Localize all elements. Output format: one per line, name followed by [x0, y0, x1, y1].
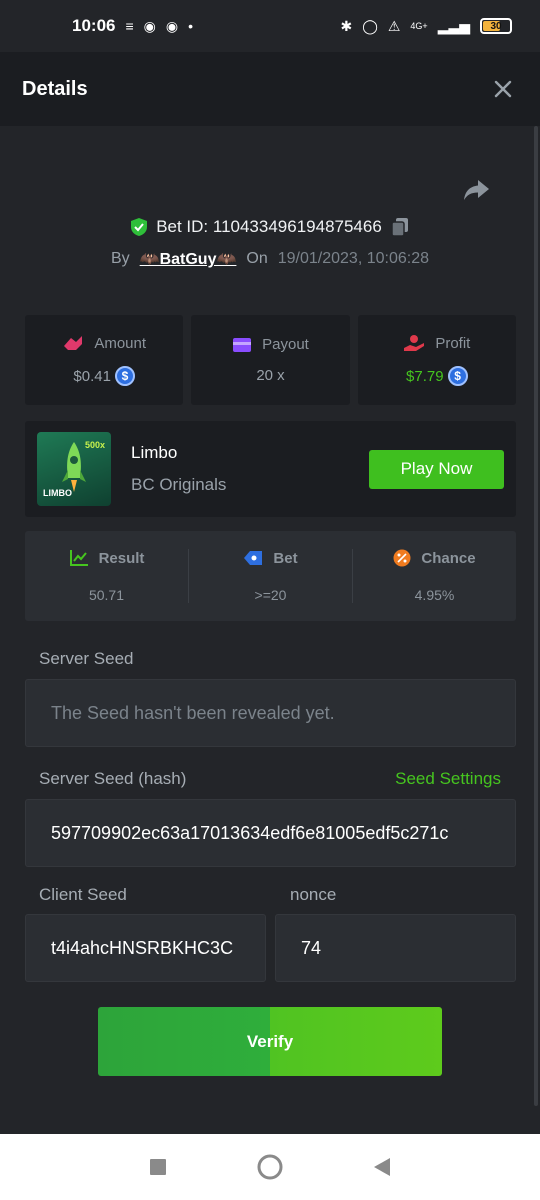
chrome-icon-2: ◉: [165, 17, 179, 34]
bet-id-row: Bet ID: 110433496194875466: [0, 214, 540, 240]
coin-icon: $: [447, 366, 468, 386]
mute-icon: ⚠: [387, 17, 401, 34]
game-thumbnail[interactable]: 500x LIMBO: [37, 432, 111, 506]
game-card: 500x LIMBO Limbo BC Originals Play Now: [25, 421, 516, 517]
game-name: Limbo: [131, 443, 178, 462]
chrome-icon: ◉: [143, 17, 156, 34]
bet-stats: Amount $0.41 $ Payout 20 x Profit $7.79 …: [25, 315, 516, 405]
result-value: 50.71: [88, 587, 125, 603]
wallet-icon: [233, 337, 252, 352]
by-label: By: [110, 250, 130, 267]
chance-column: Chance 4.95%: [353, 549, 516, 603]
network-label: 4G+: [410, 21, 428, 31]
thumb-multiplier: 500x: [84, 440, 105, 450]
dot-icon: •: [188, 18, 193, 34]
page-title: Details: [22, 77, 88, 100]
bet-value: >=20: [254, 587, 287, 603]
nonce-label: nonce: [290, 885, 337, 904]
bet-column: Bet >=20: [189, 549, 353, 603]
verify-button[interactable]: Verify: [98, 1007, 442, 1076]
bet-byline: By 🦇BatGuy🦇 On 19/01/2023, 10:06:28: [0, 248, 540, 270]
amount-value: $0.41: [73, 367, 111, 385]
close-button[interactable]: [488, 74, 518, 104]
close-icon: [494, 80, 512, 98]
amount-card: Amount $0.41 $: [25, 315, 184, 405]
circle-icon: [257, 1154, 283, 1180]
result-chart-icon: [69, 550, 88, 566]
battery-level: 30: [490, 20, 502, 32]
status-time: 10:06: [72, 16, 116, 35]
server-seed-field[interactable]: The Seed hasn't been revealed yet.: [25, 679, 516, 747]
back-triangle-icon: [374, 1158, 390, 1176]
home-button[interactable]: [257, 1154, 283, 1180]
user-link[interactable]: 🦇BatGuy🦇: [140, 249, 237, 269]
game-provider: BC Originals: [131, 475, 227, 494]
server-seed-label: Server Seed: [39, 649, 134, 668]
bet-date: 19/01/2023, 10:06:28: [277, 250, 429, 267]
profit-value: $7.79: [406, 367, 444, 385]
payout-label: Payout: [262, 336, 309, 353]
bluetooth-icon: ✱: [340, 17, 353, 34]
recents-button[interactable]: [149, 1158, 167, 1176]
tag-icon: [244, 551, 263, 565]
share-button[interactable]: [462, 176, 490, 204]
percent-icon: [393, 549, 411, 567]
profit-card: Profit $7.79 $: [357, 315, 516, 405]
payout-value: 20 x: [256, 367, 285, 384]
result-panel: Result 50.71 Bet >=20 Chance 4.95%: [25, 531, 516, 621]
bet-id: Bet ID: 110433496194875466: [156, 217, 382, 236]
result-label: Result: [98, 549, 145, 567]
nonce-field[interactable]: 74: [275, 914, 516, 982]
chance-label: Chance: [421, 549, 476, 567]
on-label: On: [246, 250, 268, 267]
copy-icon: [391, 218, 408, 237]
signal-icon: ▂▃▅: [437, 17, 470, 34]
amount-label: Amount: [94, 334, 147, 352]
profit-label: Profit: [435, 334, 471, 352]
seed-settings-link[interactable]: Seed Settings: [395, 769, 501, 789]
thumb-tag: LIMBO: [43, 488, 72, 498]
payout-card: Payout 20 x: [191, 315, 350, 405]
bet-label: Bet: [273, 549, 298, 567]
shield-check-icon: [131, 218, 148, 236]
play-now-button[interactable]: Play Now: [369, 449, 504, 489]
back-button[interactable]: [373, 1157, 391, 1177]
share-icon: [464, 180, 489, 200]
square-icon: [150, 1159, 166, 1175]
notification-icon: ≡: [125, 18, 134, 34]
scrollbar[interactable]: [534, 126, 538, 1106]
coin-icon: $: [114, 366, 135, 386]
server-hash-field[interactable]: 597709902ec63a17013634edf6e81005edf5c271…: [25, 799, 516, 867]
system-nav-bar: [0, 1134, 540, 1200]
profit-icon: [404, 335, 425, 351]
battery-icon: 30: [480, 18, 512, 34]
server-hash-label: Server Seed (hash): [39, 769, 187, 788]
copy-button[interactable]: [390, 217, 410, 237]
details-header: Details: [0, 52, 540, 126]
status-bar: 10:06 ≡ ◉ ◉ • ✱ ◯ ⚠ 4G+ ▂▃▅ 30: [0, 0, 540, 52]
vibrate-icon: ◯: [362, 17, 378, 34]
chance-value: 4.95%: [414, 587, 455, 603]
client-seed-field[interactable]: t4i4ahcHNSRBKHC3C: [25, 914, 266, 982]
client-seed-label: Client Seed: [39, 885, 127, 904]
result-column: Result 50.71: [25, 549, 189, 603]
amount-icon: [64, 336, 83, 350]
